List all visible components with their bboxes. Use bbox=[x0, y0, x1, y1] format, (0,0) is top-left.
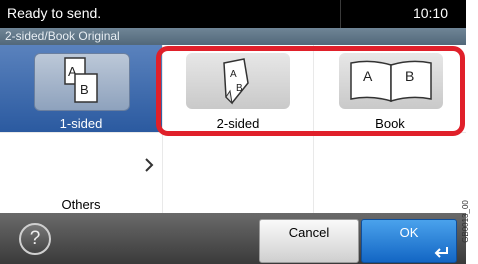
clock: 10:10 bbox=[412, 5, 448, 21]
bottom-bar: ? Cancel OK bbox=[0, 213, 466, 264]
selection-highlight bbox=[156, 46, 465, 136]
svg-text:B: B bbox=[80, 82, 89, 97]
status-message: Ready to send. bbox=[7, 5, 102, 21]
figure-code-label: GB0013_00 bbox=[460, 200, 470, 243]
empty-cell bbox=[314, 133, 466, 213]
help-icon: ? bbox=[29, 228, 41, 249]
ok-button[interactable]: OK bbox=[361, 219, 457, 263]
screen-title-bar: 2-sided/Book Original bbox=[0, 28, 466, 45]
ok-button-label: OK bbox=[399, 225, 419, 240]
option-1-sided[interactable]: A B 1-sided bbox=[0, 45, 162, 132]
enter-icon bbox=[434, 247, 448, 258]
empty-cell bbox=[163, 133, 313, 213]
one-sided-original-icon: A B bbox=[34, 53, 130, 111]
cancel-button[interactable]: Cancel bbox=[259, 219, 359, 263]
panel-screen: Ready to send. 10:10 2-sided/Book Origin… bbox=[0, 0, 466, 264]
cancel-button-label: Cancel bbox=[288, 225, 330, 240]
chevron-right-icon bbox=[145, 158, 154, 172]
option-1-sided-label: 1-sided bbox=[59, 116, 103, 131]
screen-title: 2-sided/Book Original bbox=[5, 29, 120, 43]
help-button[interactable]: ? bbox=[19, 223, 51, 255]
others-button[interactable]: Others bbox=[0, 133, 162, 213]
status-divider bbox=[340, 0, 341, 28]
others-label: Others bbox=[61, 197, 101, 212]
figure-code: GB0013_00 bbox=[461, 195, 478, 255]
status-bar: Ready to send. 10:10 bbox=[0, 0, 466, 28]
